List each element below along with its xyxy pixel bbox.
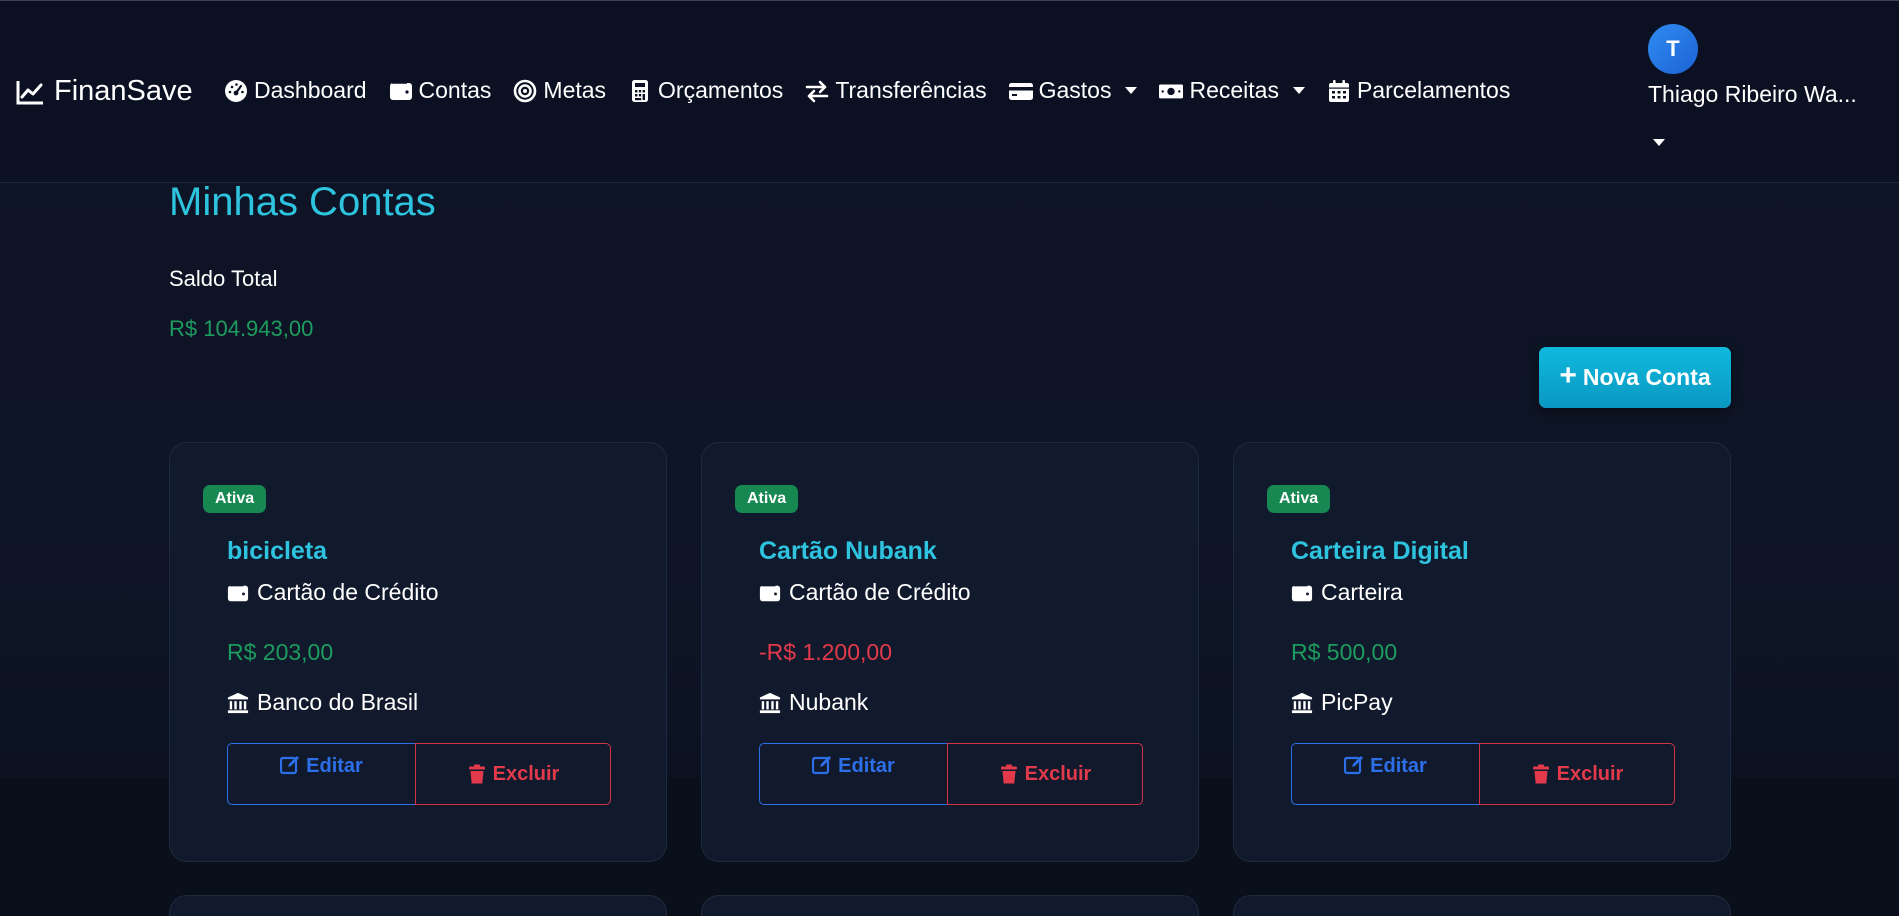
edit-button[interactable]: Editar [1291, 743, 1479, 805]
calendar-icon [1328, 79, 1349, 102]
wallet-icon [389, 81, 412, 100]
delete-button-label: Excluir [492, 762, 560, 785]
delete-button-label: Excluir [1024, 762, 1092, 785]
account-card: Ativa Cartão Nubank Cartão de Crédito -R$ 1… [701, 442, 1199, 862]
account-card-partial [1233, 895, 1731, 916]
top-navbar: FinanSave Dashboard Contas Metas Orçamen… [0, 0, 1899, 183]
account-balance: R$ 500,00 [1291, 639, 1398, 665]
account-bank: Nubank [759, 689, 868, 716]
account-type-label: Carteira [1321, 579, 1403, 605]
edit-button-label: Editar [1370, 755, 1427, 777]
exchange-arrows-icon [806, 80, 829, 102]
edit-button[interactable]: Editar [227, 743, 415, 805]
wallet-icon [759, 584, 781, 601]
account-name: Carteira Digital [1291, 537, 1469, 565]
nav-item-parcelamentos[interactable]: Parcelamentos [1327, 77, 1510, 104]
nav-label-receitas: Receitas [1189, 77, 1279, 103]
chart-line-icon [16, 80, 43, 104]
nav-item-orcamentos[interactable]: Orçamentos [628, 77, 783, 104]
account-actions: Editar Excluir [759, 743, 1143, 805]
bank-building-icon [1291, 692, 1313, 713]
money-bill-icon [1159, 84, 1184, 98]
account-card-partial [169, 895, 667, 916]
account-actions: Editar Excluir [227, 743, 611, 805]
new-account-label: Nova Conta [1582, 364, 1711, 390]
bank-building-icon [227, 692, 249, 713]
chevron-down-icon [1292, 87, 1305, 94]
nav-label-orcamentos: Orçamentos [658, 77, 784, 103]
account-card: Ativa Carteira Digital Carteira R$ 500,00 Pi… [1233, 442, 1731, 862]
nav-item-metas[interactable]: Metas [513, 77, 606, 104]
page-title: Minhas Contas [169, 180, 436, 224]
account-balance: -R$ 1.200,00 [759, 639, 892, 665]
nav-label-gastos: Gastos [1038, 77, 1112, 103]
edit-button-label: Editar [838, 755, 895, 777]
nav-menu: Dashboard Contas Metas Orçamentos Transf… [224, 77, 1532, 104]
nav-label-parcelamentos: Parcelamentos [1356, 77, 1511, 103]
user-menu-name[interactable]: Thiago Ribeiro Wa... [1648, 81, 1888, 108]
account-type-label: Cartão de Crédito [789, 579, 971, 605]
plus-icon: + [1559, 359, 1577, 392]
nav-item-transferencias[interactable]: Transferências [805, 77, 987, 104]
new-account-button[interactable]: + Nova Conta [1539, 347, 1731, 408]
account-card: Ativa bicicleta Cartão de Crédito R$ 203,00… [169, 442, 667, 862]
total-balance-label: Saldo Total [169, 266, 278, 291]
account-bank-label: Nubank [789, 689, 869, 715]
account-type: Cartão de Crédito [227, 579, 439, 606]
edit-button-label: Editar [306, 755, 363, 777]
account-type-label: Cartão de Crédito [257, 579, 439, 605]
account-bank: Banco do Brasil [227, 689, 418, 716]
credit-card-icon [1008, 82, 1033, 100]
trash-icon [1000, 764, 1017, 784]
nav-label-transferencias: Transferências [835, 77, 987, 103]
account-card-partial [701, 895, 1199, 916]
edit-button[interactable]: Editar [759, 743, 947, 805]
edit-pencil-icon [812, 756, 832, 775]
dashboard-gauge-icon [225, 79, 247, 102]
account-actions: Editar Excluir [1291, 743, 1675, 805]
total-balance-value: R$ 104.943,00 [169, 316, 314, 341]
account-name: bicicleta [227, 537, 328, 565]
delete-button-label: Excluir [1556, 762, 1624, 785]
account-balance: R$ 203,00 [227, 639, 334, 665]
edit-pencil-icon [280, 756, 300, 775]
edit-pencil-icon [1344, 756, 1364, 775]
target-icon [514, 79, 537, 102]
account-bank-label: Banco do Brasil [257, 689, 419, 715]
bank-building-icon [759, 692, 781, 713]
delete-button[interactable]: Excluir [947, 743, 1143, 805]
wallet-icon [1291, 584, 1313, 601]
account-bank: PicPay [1291, 689, 1393, 716]
nav-item-contas[interactable]: Contas [389, 77, 492, 104]
delete-button[interactable]: Excluir [415, 743, 611, 805]
trash-icon [1532, 764, 1549, 784]
chevron-down-icon [1125, 87, 1138, 94]
wallet-icon [227, 584, 249, 601]
status-badge: Ativa [1267, 485, 1331, 513]
nav-label-metas: Metas [543, 77, 607, 103]
account-bank-label: PicPay [1321, 689, 1393, 715]
brand-name: FinanSave [54, 75, 193, 107]
nav-item-gastos[interactable]: Gastos [1008, 77, 1138, 104]
status-badge: Ativa [735, 485, 799, 513]
status-badge: Ativa [203, 485, 267, 513]
account-type: Carteira [1291, 579, 1403, 606]
brand-logo[interactable]: FinanSave [16, 75, 193, 108]
nav-item-receitas[interactable]: Receitas [1159, 77, 1305, 104]
account-type: Cartão de Crédito [759, 579, 971, 606]
user-menu-chevron-down-icon[interactable] [1653, 139, 1665, 146]
delete-button[interactable]: Excluir [1479, 743, 1675, 805]
nav-item-dashboard[interactable]: Dashboard [224, 77, 367, 104]
nav-label-contas: Contas [418, 77, 492, 103]
nav-label-dashboard: Dashboard [254, 77, 367, 103]
account-name: Cartão Nubank [759, 537, 937, 565]
trash-icon [468, 764, 485, 784]
calculator-icon [632, 79, 649, 102]
avatar[interactable]: T [1648, 24, 1698, 74]
